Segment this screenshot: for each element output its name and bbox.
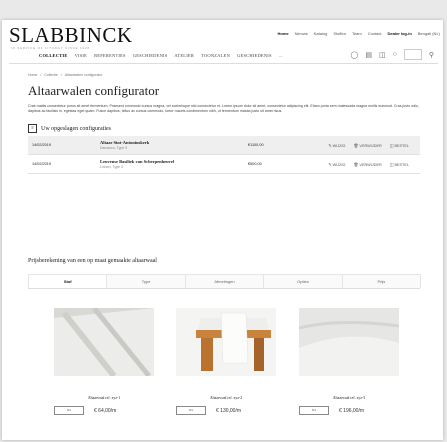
top-nav: Home Nieuws Katalog Stoffen Team Contact… [278, 31, 440, 36]
topnav-fabrics[interactable]: Stoffen [333, 31, 346, 36]
mainnav-collection[interactable]: COLLECTIE [39, 53, 68, 58]
order-button[interactable]: ◫ BESTEL [390, 163, 409, 167]
product-image[interactable] [176, 308, 276, 376]
topnav-catalog[interactable]: Katalog [314, 31, 328, 36]
breadcrumb-home[interactable]: Home [28, 73, 37, 77]
configurator-page: SLABBINCK IN SERVICE OF LITURGY SINCE 19… [2, 20, 443, 440]
product-image[interactable] [54, 308, 154, 376]
delete-button[interactable]: 🗑 VERWIJDER [354, 163, 382, 167]
row-name: Leuvense Basiliek van Scherpenheuvel [100, 159, 175, 164]
brand-logo[interactable]: SLABBINCK [9, 23, 133, 48]
topnav-home[interactable]: Home [278, 31, 289, 36]
delete-label: VERWIJDER [359, 162, 382, 167]
tab-options[interactable]: Opties [263, 274, 343, 288]
cart-icon: ◫ [389, 162, 394, 167]
user-icon[interactable]: ◯ [351, 51, 359, 59]
order-label: BESTEL [394, 162, 409, 167]
product-card[interactable]: Altaarwaal ref. xyz-1 M1 € 64,00/m [54, 308, 154, 415]
mainnav-atelier[interactable]: ATELIER [174, 53, 194, 58]
row-price: €500,00 [244, 154, 322, 174]
edit-icon: ✎ [328, 143, 332, 148]
mainnav-history-2[interactable]: GESCHIEDENIS [237, 53, 272, 58]
product-card[interactable]: Altaarwaal ref. xyz-2 M1 € 130,00/m [176, 308, 276, 415]
breadcrumb-sep: / [60, 73, 62, 77]
breadcrumb-current: Altaarwalen configurator [64, 73, 103, 77]
quantity-field[interactable]: M1 [176, 406, 206, 415]
cart-icon: ◫ [389, 143, 394, 148]
trash-icon: 🗑 [353, 143, 359, 148]
chat-icon[interactable]: ○ [393, 51, 397, 58]
intro-text: Cras mattis consectetur purus sit amet f… [28, 104, 419, 114]
tab-fabric[interactable]: Stof [28, 274, 108, 288]
row-subtitle: Linnen, Type 3 [100, 165, 123, 169]
delete-button[interactable]: 🗑 VERWIJDER [354, 144, 382, 148]
quantity-field[interactable]: M1 [299, 406, 329, 415]
row-config: Altaar Sint-Antoniuskerk Damasco, Type 5 [96, 136, 244, 155]
tab-dimensions[interactable]: Afmetingen [184, 274, 265, 288]
topnav-language[interactable]: Bengali (NL) [418, 31, 440, 36]
tab-type[interactable]: Type [106, 274, 186, 288]
table-row: 14/02/2019 Altaar Sint-Antoniuskerk Dama… [28, 136, 420, 155]
saved-configs-heading: ≡ Uw opgeslagen configuraties [28, 124, 111, 133]
breadcrumb: Home / Collectie / Altaarwalen configura… [28, 73, 103, 77]
edit-icon: ✎ [328, 162, 332, 167]
mainnav-more[interactable]: ... [279, 53, 283, 58]
product-price: € 64,00/m [94, 407, 117, 414]
row-subtitle: Damasco, Type 5 [100, 146, 128, 150]
row-date: 14/02/2019 [28, 136, 96, 155]
product-name: Altaarwaal ref. xyz-1 [87, 396, 121, 400]
table-row: 14/02/2019 Leuvense Basiliek van Scherpe… [28, 154, 420, 174]
product-grid: Altaarwaal ref. xyz-1 M1 € 64,00/m Altaa… [54, 308, 399, 415]
topnav-dealer-login[interactable]: Dealer log-in [388, 31, 412, 36]
brand-tagline: IN SERVICE OF LITURGY SINCE 1928 [11, 46, 90, 50]
mainnav-showrooms[interactable]: TOONZALEN [201, 53, 230, 58]
list-icon: ≡ [28, 124, 37, 133]
search-input[interactable] [403, 49, 422, 60]
quantity-field[interactable]: M1 [54, 406, 84, 415]
product-image[interactable] [299, 308, 399, 376]
saved-configs-table: 14/02/2019 Altaar Sint-Antoniuskerk Dama… [28, 136, 420, 174]
breadcrumb-sep: / [40, 73, 42, 77]
edit-label: WIJZIG [332, 162, 346, 167]
main-nav: COLLECTIE VISIE REFERENTIES GESCHIEDENIS… [39, 53, 283, 58]
mainnav-history[interactable]: GESCHIEDENIS [133, 53, 168, 58]
list-icon[interactable]: ▤ [365, 51, 372, 59]
edit-button[interactable]: ✎ WIJZIG [328, 144, 345, 148]
topnav-team[interactable]: Team [352, 31, 362, 36]
product-price: € 196,00/m [339, 407, 365, 414]
order-label: BESTEL [394, 143, 409, 148]
row-actions: ✎ WIJZIG 🗑 VERWIJDER ◫ BESTEL [322, 154, 420, 174]
topnav-contact[interactable]: Contact [368, 31, 382, 36]
row-name: Altaar Sint-Antoniuskerk [100, 140, 150, 145]
product-name: Altaarwaal ref. xyz-2 [209, 396, 243, 400]
pricing-tabs: Stof Type Afmetingen Opties Prijs [28, 274, 422, 289]
header-divider [9, 63, 438, 64]
product-price: € 130,00/m [216, 407, 242, 414]
breadcrumb-collection[interactable]: Collectie [44, 73, 57, 77]
row-config: Leuvense Basiliek van Scherpenheuvel Lin… [96, 154, 244, 174]
mainnav-references[interactable]: REFERENTIES [94, 53, 126, 58]
pricing-heading: Prijsberekening van een op maat gemaakte… [28, 258, 157, 264]
saved-configs-title: Uw opgeslagen configuraties [41, 125, 111, 132]
tab-price[interactable]: Prijs [341, 274, 422, 288]
nav-icons: ◯ ▤ ◫ ○ ⚲ [351, 49, 434, 60]
row-price: €1100,00 [244, 136, 322, 155]
mainnav-vision[interactable]: VISIE [75, 53, 88, 58]
row-actions: ✎ WIJZIG 🗑 VERWIJDER ◫ BESTEL [322, 136, 420, 155]
row-date: 14/02/2019 [28, 154, 96, 174]
product-name: Altaarwaal ref. xyz-3 [332, 396, 366, 400]
search-icon[interactable]: ⚲ [429, 51, 434, 59]
trash-icon: 🗑 [353, 162, 359, 167]
delete-label: VERWIJDER [359, 143, 382, 148]
topnav-news[interactable]: Nieuws [295, 31, 308, 36]
edit-button[interactable]: ✎ WIJZIG [328, 163, 345, 167]
order-button[interactable]: ◫ BESTEL [390, 144, 409, 148]
page-title: Altaarwalen configurator [28, 83, 160, 98]
cart-icon[interactable]: ◫ [379, 51, 386, 59]
edit-label: WIJZIG [332, 143, 346, 148]
product-card[interactable]: Altaarwaal ref. xyz-3 M1 € 196,00/m [299, 308, 399, 415]
